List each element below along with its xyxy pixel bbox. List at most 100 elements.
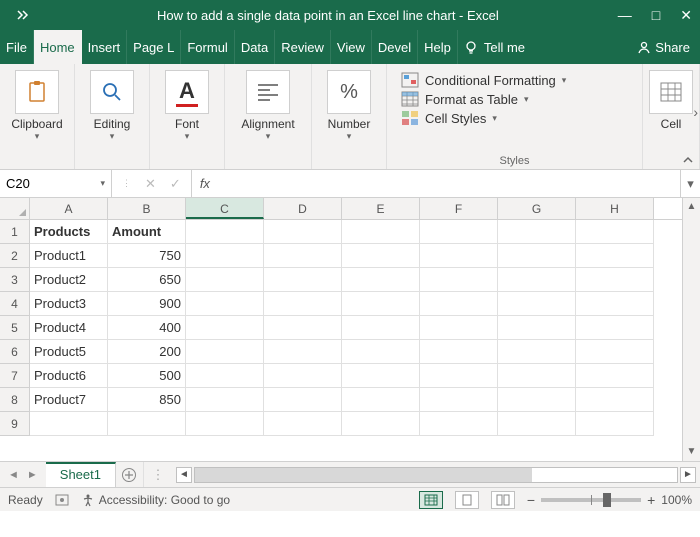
- row-header[interactable]: 3: [0, 268, 30, 292]
- row-header[interactable]: 2: [0, 244, 30, 268]
- cell[interactable]: [576, 388, 654, 412]
- cell[interactable]: [264, 340, 342, 364]
- enter-formula-button[interactable]: ✓: [170, 176, 181, 192]
- tab-split-handle[interactable]: ⋮: [144, 462, 172, 487]
- minimize-button[interactable]: —: [618, 7, 632, 24]
- cell[interactable]: [342, 340, 420, 364]
- tab-home[interactable]: Home: [34, 30, 82, 64]
- cell[interactable]: Products: [30, 220, 108, 244]
- cell[interactable]: [186, 412, 264, 436]
- tab-review[interactable]: Review: [275, 30, 331, 64]
- cell[interactable]: Product4: [30, 316, 108, 340]
- horizontal-scrollbar[interactable]: ◄ ►: [172, 462, 700, 487]
- accessibility-status[interactable]: Accessibility: Good to go: [81, 493, 230, 507]
- cell[interactable]: 900: [108, 292, 186, 316]
- cell[interactable]: Product6: [30, 364, 108, 388]
- tab-formulas[interactable]: Formul: [181, 30, 234, 64]
- quick-access-toggle[interactable]: [8, 10, 38, 20]
- cell[interactable]: [186, 388, 264, 412]
- cell[interactable]: [576, 412, 654, 436]
- zoom-in-button[interactable]: +: [647, 492, 655, 508]
- ribbon-overflow[interactable]: ›: [693, 104, 698, 120]
- cell[interactable]: [420, 220, 498, 244]
- cell[interactable]: [576, 244, 654, 268]
- cell[interactable]: Product5: [30, 340, 108, 364]
- cell[interactable]: [342, 292, 420, 316]
- cell[interactable]: [108, 412, 186, 436]
- cell[interactable]: Product1: [30, 244, 108, 268]
- cell[interactable]: [342, 268, 420, 292]
- format-as-table-button[interactable]: Format as Table ▾: [401, 91, 585, 107]
- cell[interactable]: [498, 412, 576, 436]
- cell[interactable]: [342, 220, 420, 244]
- cell[interactable]: [420, 244, 498, 268]
- view-normal-button[interactable]: [419, 491, 443, 509]
- cell[interactable]: [576, 340, 654, 364]
- formula-expand[interactable]: ▾: [680, 170, 700, 197]
- sheet-nav-prev[interactable]: ◄: [8, 469, 19, 481]
- conditional-formatting-button[interactable]: Conditional Formatting ▾: [401, 72, 585, 88]
- cell[interactable]: [30, 412, 108, 436]
- cell[interactable]: [264, 364, 342, 388]
- cell[interactable]: [186, 364, 264, 388]
- macro-record-icon[interactable]: [55, 494, 69, 506]
- hscroll-thumb[interactable]: [195, 468, 532, 482]
- cell[interactable]: [264, 268, 342, 292]
- col-header-C[interactable]: C: [186, 198, 264, 219]
- cell[interactable]: [498, 316, 576, 340]
- cell[interactable]: [498, 268, 576, 292]
- view-pagelayout-button[interactable]: [455, 491, 479, 509]
- cell[interactable]: [186, 292, 264, 316]
- cell[interactable]: Product7: [30, 388, 108, 412]
- cell[interactable]: [420, 412, 498, 436]
- number-button[interactable]: % Number ▾: [318, 70, 380, 142]
- cell[interactable]: Amount: [108, 220, 186, 244]
- sheet-nav-next[interactable]: ►: [27, 469, 38, 481]
- zoom-slider[interactable]: [541, 498, 641, 502]
- cell[interactable]: [264, 412, 342, 436]
- tab-view[interactable]: View: [331, 30, 372, 64]
- tab-developer[interactable]: Devel: [372, 30, 418, 64]
- formula-input[interactable]: [218, 170, 680, 197]
- view-pagebreak-button[interactable]: [491, 491, 515, 509]
- editing-button[interactable]: Editing ▾: [81, 70, 143, 142]
- vertical-scrollbar[interactable]: ▲ ▼: [682, 198, 700, 461]
- select-all-button[interactable]: [0, 198, 30, 219]
- alignment-button[interactable]: Alignment ▾: [231, 70, 305, 142]
- row-header[interactable]: 9: [0, 412, 30, 436]
- cell[interactable]: [498, 388, 576, 412]
- tab-file[interactable]: File: [0, 30, 34, 64]
- row-header[interactable]: 4: [0, 292, 30, 316]
- cell[interactable]: [342, 412, 420, 436]
- tab-pagelayout[interactable]: Page L: [127, 30, 181, 64]
- row-header[interactable]: 6: [0, 340, 30, 364]
- cell[interactable]: [498, 220, 576, 244]
- cell[interactable]: [498, 292, 576, 316]
- cell[interactable]: [576, 292, 654, 316]
- tab-help[interactable]: Help: [418, 30, 458, 64]
- cell-styles-button[interactable]: Cell Styles ▾: [401, 110, 585, 126]
- tab-insert[interactable]: Insert: [82, 30, 128, 64]
- row-header[interactable]: 1: [0, 220, 30, 244]
- clipboard-button[interactable]: Clipboard ▾: [6, 70, 68, 142]
- add-sheet-button[interactable]: [116, 462, 144, 487]
- cell[interactable]: 200: [108, 340, 186, 364]
- fx-label[interactable]: fx: [192, 170, 218, 197]
- row-header[interactable]: 5: [0, 316, 30, 340]
- cell[interactable]: [342, 316, 420, 340]
- cell[interactable]: [420, 340, 498, 364]
- row-header[interactable]: 7: [0, 364, 30, 388]
- sheet-tab-active[interactable]: Sheet1: [46, 462, 116, 487]
- maximize-button[interactable]: □: [652, 7, 660, 24]
- row-header[interactable]: 8: [0, 388, 30, 412]
- scroll-up-button[interactable]: ▲: [683, 198, 700, 216]
- col-header-D[interactable]: D: [264, 198, 342, 219]
- col-header-B[interactable]: B: [108, 198, 186, 219]
- scroll-down-button[interactable]: ▼: [683, 443, 700, 461]
- cell[interactable]: Product3: [30, 292, 108, 316]
- hscroll-left[interactable]: ◄: [176, 467, 192, 483]
- cell[interactable]: [420, 364, 498, 388]
- col-header-H[interactable]: H: [576, 198, 654, 219]
- name-box[interactable]: ▾: [0, 170, 112, 197]
- share-button[interactable]: Share: [627, 30, 700, 64]
